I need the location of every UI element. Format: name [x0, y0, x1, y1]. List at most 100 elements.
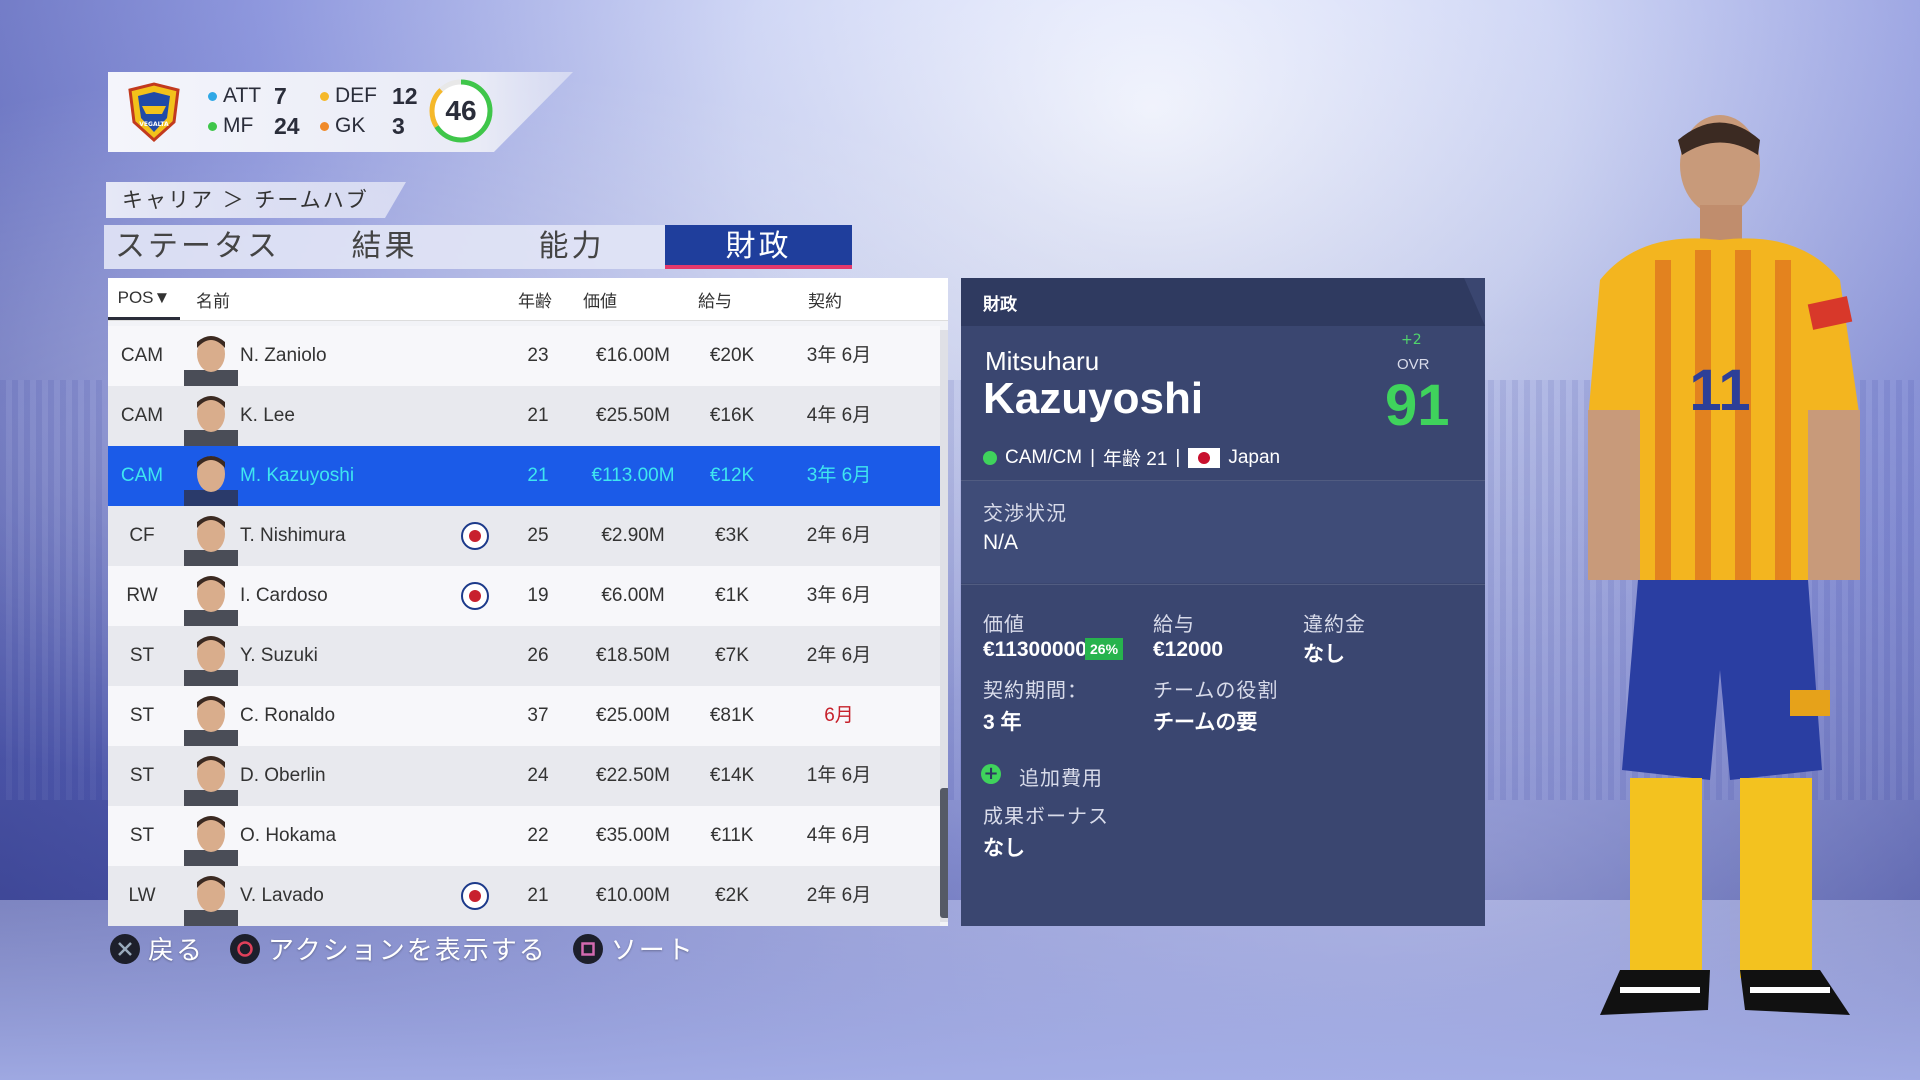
table-row[interactable]: CAM K. Lee 21 €25.50M €16K 4年 6月 [108, 386, 940, 446]
player-age: 37 [527, 705, 549, 726]
svg-text:11: 11 [1689, 358, 1750, 423]
player-value: €6.00M [601, 585, 665, 606]
row-position: CAM [120, 345, 164, 366]
player-ovr: 91 [1385, 373, 1450, 438]
player-finance-panel: 財政 Mitsuharu Kazuyoshi +2 OVR 91 CAM/CM … [961, 278, 1485, 926]
player-contract: 2年 6月 [806, 885, 872, 906]
ovr-label: OVR [1397, 356, 1430, 373]
player-name: V. Lavado [240, 885, 324, 906]
player-value: €2.90M [601, 525, 665, 546]
player-wage: €1K [715, 585, 749, 606]
sort-pos-header[interactable]: POS▼ [108, 278, 180, 320]
team-role-value: チームの要 [1153, 711, 1258, 734]
player-face-icon [184, 756, 238, 806]
release-clause-label: 違約金 [1303, 612, 1366, 636]
header-name: 名前 [196, 291, 230, 312]
value-change-badge: 26% [1085, 638, 1124, 660]
sort-prompt[interactable]: ソート [572, 930, 695, 967]
player-value: €22.50M [596, 765, 670, 786]
player-wage: €11K [710, 825, 754, 846]
header-wage: 給与 [698, 291, 732, 312]
tab-status[interactable]: ステータス [104, 225, 291, 269]
tab-finance[interactable]: 財政 [665, 225, 852, 269]
position-counts: ATT 7 DEF 12 MF 24 GK 3 [208, 83, 458, 144]
table-row[interactable]: CF T. Nishimura 25 €2.90M €3K 2年 6月 [108, 506, 940, 566]
contract-length-label: 契約期間： [983, 678, 1088, 702]
extra-cost-label[interactable]: 追加費用 [1019, 762, 1103, 791]
table-row[interactable]: LW V. Lavado 21 €10.00M €2K 2年 6月 [108, 866, 940, 926]
player-face-icon [184, 336, 238, 386]
player-model: 11 [1588, 115, 1860, 1015]
table-row[interactable]: ST O. Hokama 22 €35.00M €11K 4年 6月 [108, 806, 940, 866]
player-age: 25 [527, 525, 549, 546]
player-meta: CAM/CM | 年齢 21 | Japan [983, 444, 1280, 471]
player-age: 21 [527, 885, 549, 906]
table-row[interactable]: ST C. Ronaldo 37 €25.00M €81K 6月 [108, 686, 940, 746]
ovr-change: +2 [1401, 332, 1422, 348]
player-age: 21 [527, 465, 549, 486]
player-name: N. Zaniolo [240, 345, 327, 366]
show-actions-prompt[interactable]: アクションを表示する [230, 930, 547, 967]
player-contract: 3年 6月 [806, 465, 872, 486]
player-age: 24 [527, 765, 549, 786]
team-summary-card: VEGALTA ATT 7 DEF 12 MF 24 GK 3 46 [108, 72, 573, 152]
pos-att: ATT [208, 84, 261, 108]
wage-amount: €12000 [1153, 638, 1224, 661]
mf-count: 24 [274, 113, 300, 139]
table-header: POS▼ 名前 年齢 価値 給与 契約 [108, 278, 948, 321]
header-value: 価値 [583, 291, 617, 312]
player-first-name: Mitsuharu [985, 346, 1100, 376]
tab-results[interactable]: 結果 [291, 225, 478, 269]
breadcrumb: キャリア ＞ チームハブ [106, 182, 406, 218]
player-face-icon [184, 636, 238, 686]
table-row[interactable]: ST Y. Suzuki 26 €18.50M €7K 2年 6月 [108, 626, 940, 686]
value-amount: €113000000 [983, 638, 1099, 661]
row-position: LW [128, 885, 156, 906]
negotiation-section: 交渉状況 N/A [961, 481, 1485, 583]
player-contract: 4年 6月 [806, 405, 872, 426]
club-shield-icon [461, 582, 489, 610]
player-face-icon [184, 576, 238, 626]
player-age: 22 [527, 825, 549, 846]
player-contract: 3年 6月 [806, 585, 872, 606]
pos-mf: MF [208, 114, 253, 138]
scrollbar-thumb[interactable] [940, 788, 948, 918]
player-value: €25.50M [596, 405, 670, 426]
player-value: €25.00M [596, 705, 670, 726]
gk-count: 3 [392, 113, 405, 139]
squad-table: POS▼ 名前 年齢 価値 給与 契約 CAM N. Zaniolo 23 €16.0… [108, 278, 948, 926]
att-dot [208, 91, 217, 101]
circle-button-icon [230, 933, 261, 964]
bonus-label: 成果ボーナス [983, 804, 1109, 828]
player-value: €113.00M [591, 465, 675, 486]
pos-def: DEF [320, 84, 377, 108]
table-row[interactable]: ST D. Oberlin 24 €22.50M €14K 1年 6月 [108, 746, 940, 806]
player-contract: 6月 [824, 705, 854, 726]
contract-length-value: 3 年 [983, 711, 1022, 734]
copenhagen-crest-icon [461, 522, 489, 550]
player-age: 26 [527, 645, 549, 666]
player-face-icon [184, 516, 238, 566]
back-prompt[interactable]: 戻る [110, 930, 204, 967]
att-count: 7 [274, 83, 287, 109]
player-last-name: Kazuyoshi [983, 374, 1204, 423]
tab-abilities[interactable]: 能力 [478, 225, 665, 269]
pos-gk: GK [320, 114, 365, 138]
player-value: €16.00M [596, 345, 670, 366]
cross-button-icon [110, 933, 140, 964]
vegalta-crest-icon: VEGALTA [128, 82, 180, 142]
player-value: €35.00M [596, 825, 670, 846]
table-row[interactable]: CAM M. Kazuyoshi 21 €113.00M €12K 3年 6月 [108, 446, 940, 506]
player-face-icon [184, 396, 238, 446]
header-contract: 契約 [808, 291, 842, 312]
tab-bar: ステータス 結果 能力 財政 [104, 225, 852, 269]
add-cost-icon[interactable]: + [981, 764, 1001, 784]
player-age: 19 [527, 585, 549, 606]
player-wage: €16K [709, 405, 755, 426]
player-name: T. Nishimura [240, 525, 346, 546]
table-row[interactable]: RW I. Cardoso 19 €6.00M €1K 3年 6月 [108, 566, 940, 626]
def-count: 12 [392, 83, 418, 109]
player-name: K. Lee [240, 405, 295, 426]
table-row[interactable]: CAM N. Zaniolo 23 €16.00M €20K 3年 6月 [108, 326, 940, 386]
mf-dot [208, 121, 217, 131]
